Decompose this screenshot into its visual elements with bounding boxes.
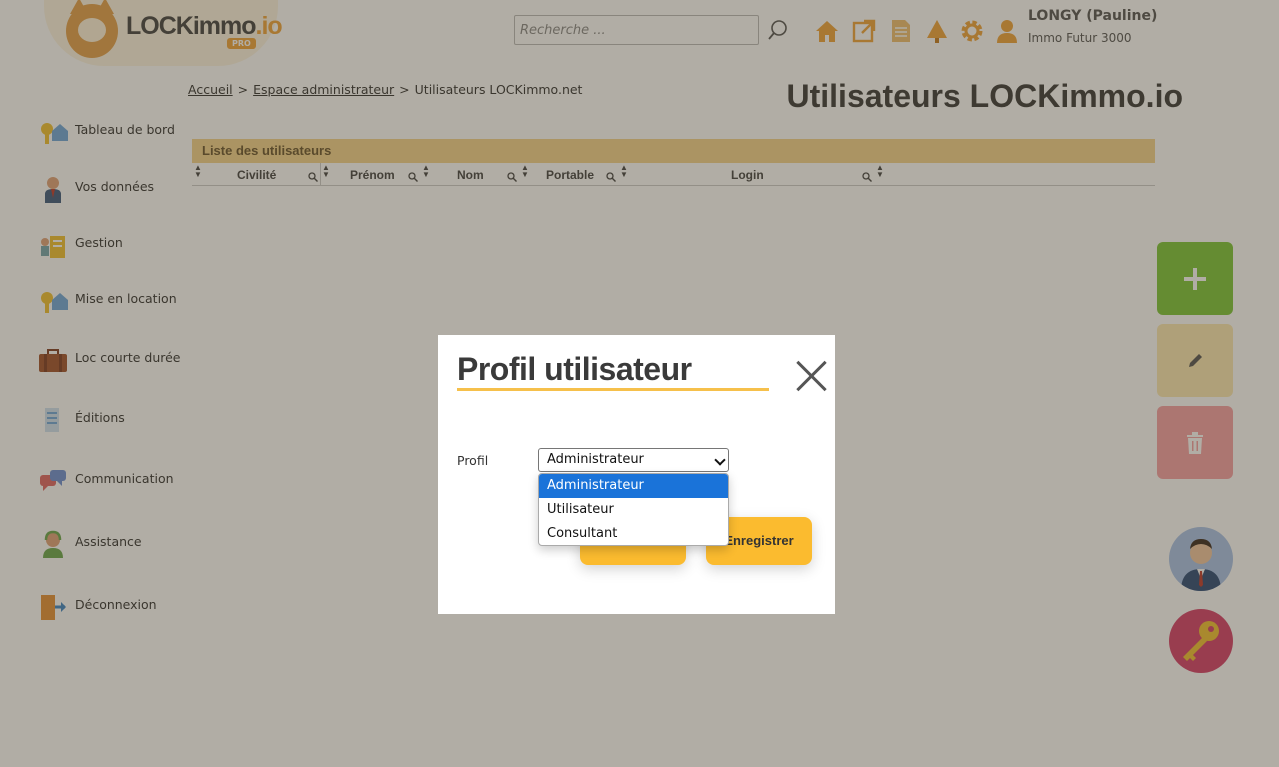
close-icon[interactable] <box>791 355 831 395</box>
profile-option-administrateur[interactable]: Administrateur <box>539 474 728 498</box>
chevron-down-icon <box>714 454 726 466</box>
profile-select-value: Administrateur <box>547 452 644 467</box>
modal-title: Profil utilisateur <box>457 351 692 387</box>
profile-select[interactable]: Administrateur <box>538 448 729 472</box>
profile-options-list: Administrateur Utilisateur Consultant <box>538 473 729 546</box>
title-underline <box>457 388 769 391</box>
profile-option-utilisateur[interactable]: Utilisateur <box>539 498 728 522</box>
profile-option-consultant[interactable]: Consultant <box>539 522 728 545</box>
profile-field-label: Profil <box>457 453 489 468</box>
